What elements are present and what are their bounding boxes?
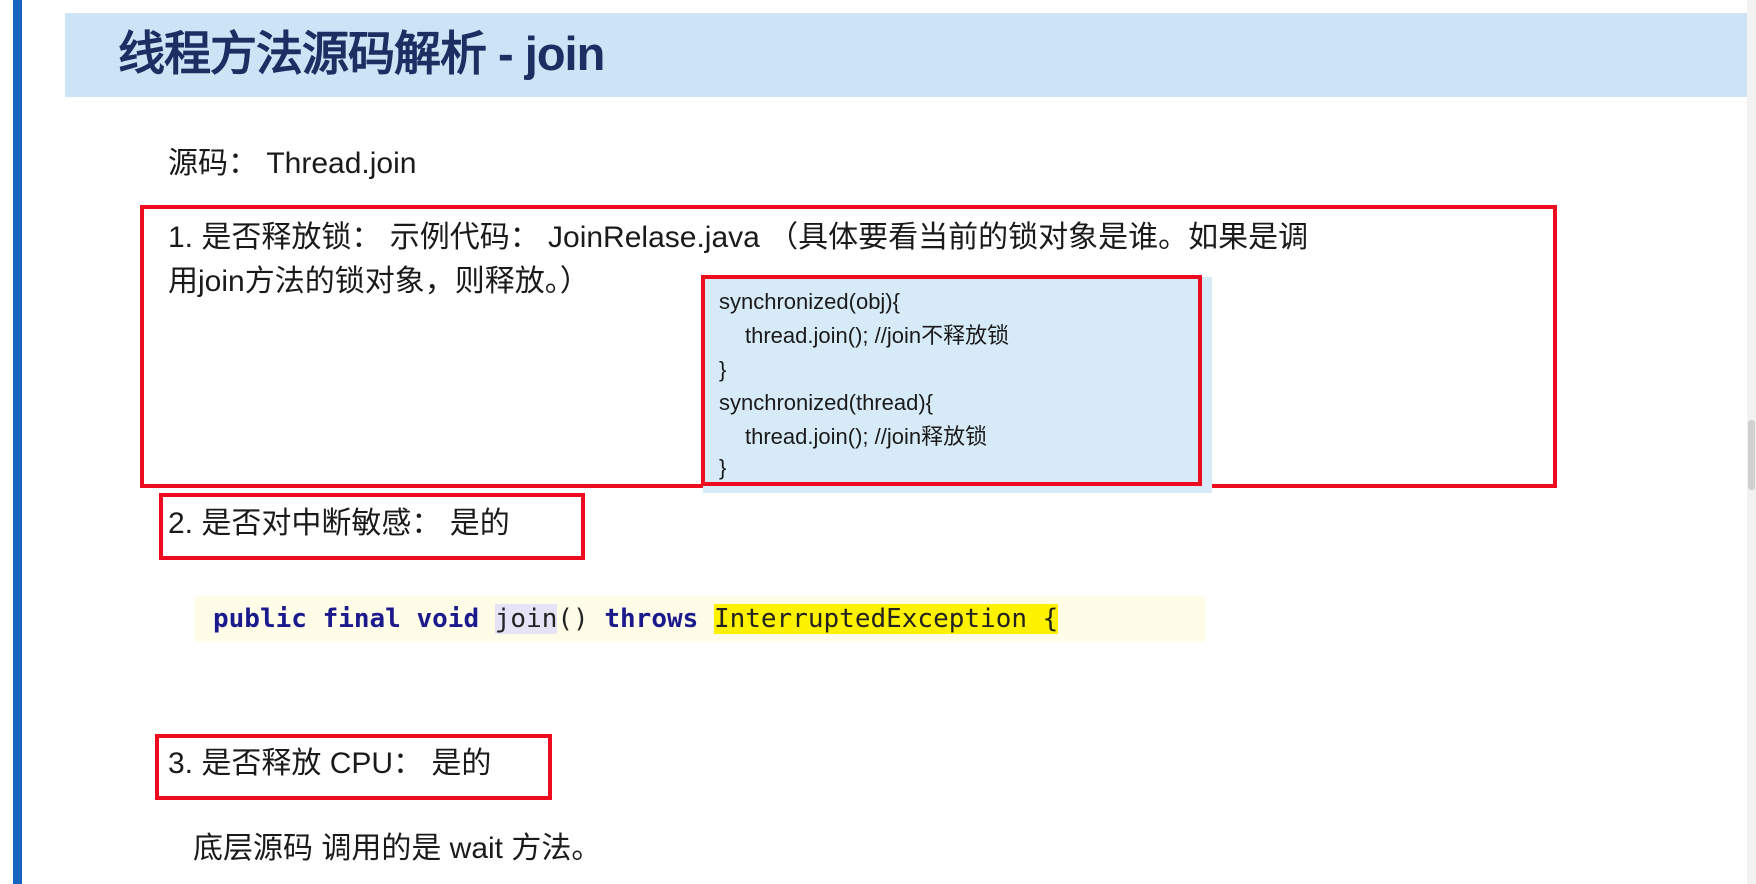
code-highlight-box: [701, 275, 1202, 486]
source-value: Thread.join: [266, 147, 417, 180]
slide-title: 线程方法源码解析 - join: [118, 27, 605, 80]
java-method-name: join: [494, 604, 558, 634]
source-label: 源码：: [168, 147, 258, 180]
item3-text: 3. 是否释放 CPU： 是的: [168, 747, 492, 780]
java-keywords: public final void: [213, 604, 495, 634]
item1-line2: 用join方法的锁对象，则释放。）: [168, 265, 590, 298]
left-accent-bar: [13, 0, 22, 884]
source-line: 源码： Thread.join: [168, 144, 416, 184]
java-throws: throws: [604, 604, 699, 634]
item2-text: 2. 是否对中断敏感： 是的: [168, 507, 510, 540]
scrollbar-thumb[interactable]: [1748, 420, 1755, 490]
java-signature: public final void join() throws Interrup…: [213, 600, 1059, 638]
java-parens: (): [557, 604, 605, 634]
footer-note: 底层源码 调用的是 wait 方法。: [193, 832, 602, 865]
item1-line1: 1. 是否释放锁： 示例代码： JoinRelase.java （具体要看当前的…: [168, 221, 1309, 254]
java-exception: InterruptedException {: [713, 604, 1059, 634]
